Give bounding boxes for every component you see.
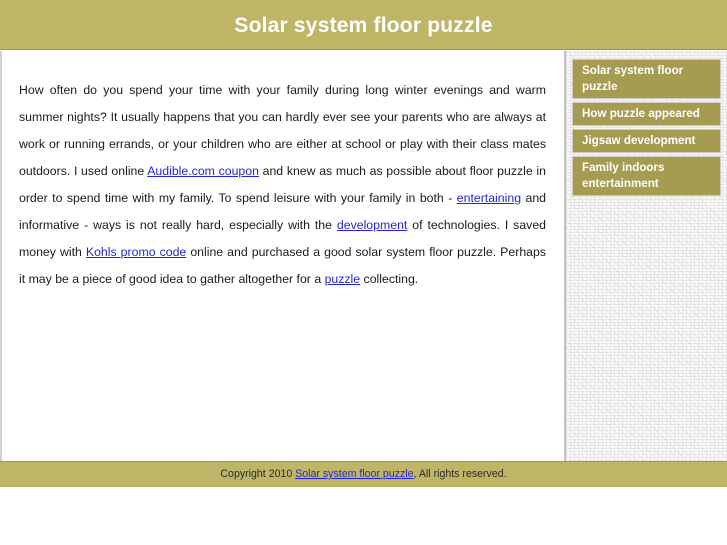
link-audible-coupon[interactable]: Audible.com coupon (147, 164, 259, 178)
page-root: Solar system floor puzzle How often do y… (0, 0, 727, 545)
sidebar-item-jigsaw-development[interactable]: Jigsaw development (572, 129, 721, 153)
copyright-prefix: Copyright 2010 (220, 468, 296, 480)
paragraph-text-6: collecting. (360, 272, 419, 286)
sidebar-item-solar-system-floor-puzzle[interactable]: Solar system floor puzzle (572, 59, 721, 99)
link-development[interactable]: development (337, 218, 407, 232)
article-body: How often do you spend your time with yo… (2, 51, 564, 293)
main-content-column: How often do you spend your time with yo… (0, 51, 565, 461)
article-paragraph: How often do you spend your time with yo… (19, 77, 546, 293)
sidebar-item-how-puzzle-appeared[interactable]: How puzzle appeared (572, 102, 721, 126)
link-entertaining[interactable]: entertaining (457, 191, 521, 205)
site-header: Solar system floor puzzle (0, 0, 727, 50)
site-footer: Copyright 2010 Solar system floor puzzle… (0, 461, 727, 487)
footer-link-home[interactable]: Solar system floor puzzle (295, 468, 413, 480)
link-kohls-promo-code[interactable]: Kohls promo code (86, 245, 186, 259)
sidebar-item-label[interactable]: Jigsaw development (573, 130, 720, 152)
sidebar-menu: Solar system floor puzzle How puzzle app… (566, 51, 727, 196)
sidebar-item-label[interactable]: How puzzle appeared (573, 103, 720, 125)
sidebar: Solar system floor puzzle How puzzle app… (565, 51, 727, 461)
page-title: Solar system floor puzzle (234, 14, 493, 37)
sidebar-item-family-indoors-entertainment[interactable]: Family indoors entertainment (572, 156, 721, 196)
sidebar-item-label[interactable]: Solar system floor puzzle (573, 60, 720, 98)
sidebar-item-label[interactable]: Family indoors entertainment (573, 157, 720, 195)
link-puzzle[interactable]: puzzle (325, 272, 361, 286)
copyright-text: Copyright 2010 Solar system floor puzzle… (0, 462, 727, 480)
copyright-suffix: , All rights reserved. (413, 468, 507, 480)
